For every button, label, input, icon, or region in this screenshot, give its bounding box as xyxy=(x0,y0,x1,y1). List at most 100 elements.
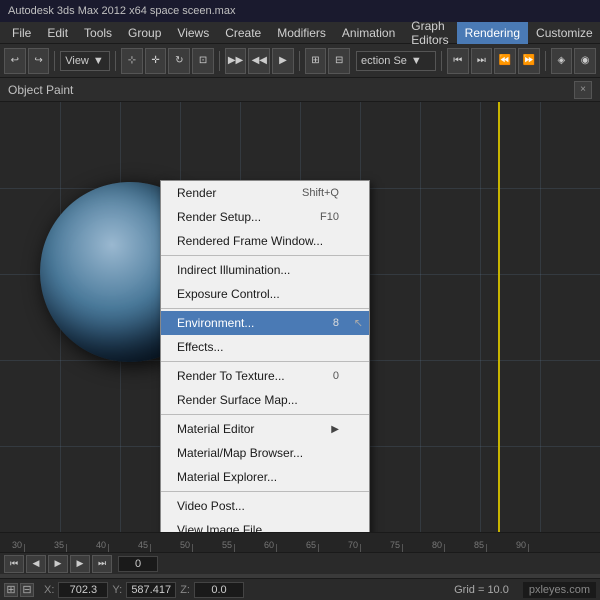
toolbar-sep-1 xyxy=(54,51,55,71)
menu-view-image[interactable]: View Image File... xyxy=(161,518,369,532)
rendered-frame-label: Rendered Frame Window... xyxy=(177,234,323,248)
title-bar: Autodesk 3ds Max 2012 x64 space sceen.ma… xyxy=(0,0,600,22)
play-fwd-button[interactable]: ▶▶ xyxy=(225,48,247,74)
render-shortcut: Shift+Q xyxy=(302,187,339,199)
menu-item-modifiers[interactable]: Modifiers xyxy=(269,22,334,44)
menu-bar: File Edit Tools Group Views Create Modif… xyxy=(0,22,600,44)
menu-render[interactable]: Render Shift+Q xyxy=(161,181,369,205)
grid-line-v8 xyxy=(480,102,481,532)
snap-button[interactable]: ⊞ xyxy=(305,48,327,74)
menu-render-setup[interactable]: Render Setup... F10 xyxy=(161,205,369,229)
nav-btn-1[interactable]: ⏮ xyxy=(447,48,469,74)
object-paint-close-button[interactable]: × xyxy=(574,81,592,99)
material-map-label: Material/Map Browser... xyxy=(177,446,303,460)
render-quick-btn[interactable]: ◈ xyxy=(551,48,573,74)
z-input[interactable] xyxy=(194,582,244,598)
menu-exposure[interactable]: Exposure Control... xyxy=(161,282,369,306)
dropdown-arrow-icon: ▼ xyxy=(93,55,104,67)
menu-item-views[interactable]: Views xyxy=(169,22,217,44)
select-button[interactable]: ⊹ xyxy=(121,48,143,74)
menu-material-map[interactable]: Material/Map Browser... xyxy=(161,441,369,465)
menu-item-file[interactable]: File xyxy=(4,22,39,44)
render-setup-label: Render Setup... xyxy=(177,210,261,224)
mark-50: 50 xyxy=(180,540,190,550)
nav-btn-3[interactable]: ⏪ xyxy=(494,48,516,74)
mark-90: 90 xyxy=(516,540,526,550)
status-icon-2[interactable]: ⊟ xyxy=(20,583,34,597)
move-button[interactable]: ✛ xyxy=(145,48,167,74)
effects-label: Effects... xyxy=(177,340,223,354)
status-icon[interactable]: ⊞ xyxy=(4,583,18,597)
rotate-button[interactable]: ↻ xyxy=(168,48,190,74)
menu-item-create[interactable]: Create xyxy=(217,22,269,44)
grid-info: Grid = 10.0 xyxy=(454,584,517,596)
tick-30 xyxy=(24,544,25,552)
exposure-label: Exposure Control... xyxy=(177,287,280,301)
tick-65 xyxy=(318,544,319,552)
view-dropdown[interactable]: View ▼ xyxy=(60,51,110,71)
menu-indirect[interactable]: Indirect Illumination... xyxy=(161,258,369,282)
play-button[interactable]: ▶ xyxy=(48,555,68,573)
undo-button[interactable]: ↩ xyxy=(4,48,26,74)
render-label: Render xyxy=(177,186,216,200)
y-input[interactable] xyxy=(126,582,176,598)
x-input[interactable] xyxy=(58,582,108,598)
tick-85 xyxy=(486,544,487,552)
mark-60: 60 xyxy=(264,540,274,550)
menu-environment[interactable]: Environment... 8 ↖ xyxy=(161,311,369,335)
toolbar: ↩ ↪ View ▼ ⊹ ✛ ↻ ⊡ ▶▶ ◀◀ ▶ ⊞ ⊟ ection Se… xyxy=(0,44,600,78)
menu-material-editor[interactable]: Material Editor ▶ xyxy=(161,417,369,441)
tick-55 xyxy=(234,544,235,552)
play-button[interactable]: ▶ xyxy=(272,48,294,74)
tick-40 xyxy=(108,544,109,552)
divider-5 xyxy=(161,491,369,492)
menu-item-graph-editors[interactable]: Graph Editors xyxy=(403,22,456,44)
redo-button[interactable]: ↪ xyxy=(28,48,50,74)
object-paint-bar: Object Paint × xyxy=(0,78,600,102)
selection-arrow-icon: ▼ xyxy=(411,55,422,67)
tick-35 xyxy=(66,544,67,552)
menu-item-edit[interactable]: Edit xyxy=(39,22,76,44)
toolbar-sep-5 xyxy=(441,51,442,71)
scale-button[interactable]: ⊡ xyxy=(192,48,214,74)
mark-80: 80 xyxy=(432,540,442,550)
toolbar-sep-3 xyxy=(219,51,220,71)
menu-item-customize[interactable]: Customize xyxy=(528,22,600,44)
render-texture-label: Render To Texture... xyxy=(177,369,285,383)
selection-dropdown[interactable]: ection Se ▼ xyxy=(356,51,436,71)
go-start-button[interactable]: ⏮ xyxy=(4,555,24,573)
menu-effects[interactable]: Effects... xyxy=(161,335,369,359)
divider-3 xyxy=(161,361,369,362)
next-frame-button[interactable]: ▶ xyxy=(70,555,90,573)
menu-rendered-frame[interactable]: Rendered Frame Window... xyxy=(161,229,369,253)
indirect-label: Indirect Illumination... xyxy=(177,263,290,277)
x-label: X: xyxy=(44,584,54,596)
nav-btn-4[interactable]: ⏩ xyxy=(518,48,540,74)
selection-type-dropdown[interactable]: ection Se ▼ xyxy=(356,51,436,71)
menu-item-rendering[interactable]: Rendering xyxy=(457,22,528,44)
render-setup-btn[interactable]: ◉ xyxy=(574,48,596,74)
menu-video-post[interactable]: Video Post... xyxy=(161,494,369,518)
snap2-button[interactable]: ⊟ xyxy=(328,48,350,74)
timeline-ruler[interactable]: 30 35 40 45 50 55 60 65 70 75 80 85 90 xyxy=(0,532,600,552)
divider-2 xyxy=(161,308,369,309)
menu-render-texture[interactable]: Render To Texture... 0 xyxy=(161,364,369,388)
menu-material-explorer[interactable]: Material Explorer... xyxy=(161,465,369,489)
menu-render-surface[interactable]: Render Surface Map... xyxy=(161,388,369,412)
menu-item-group[interactable]: Group xyxy=(120,22,169,44)
mark-85: 85 xyxy=(474,540,484,550)
play-back-button[interactable]: ◀◀ xyxy=(248,48,270,74)
toolbar-sep-6 xyxy=(545,51,546,71)
go-end-button[interactable]: ⏭ xyxy=(92,555,112,573)
z-label: Z: xyxy=(180,584,190,596)
tick-90 xyxy=(528,544,529,552)
menu-item-tools[interactable]: Tools xyxy=(76,22,120,44)
prev-frame-button[interactable]: ◀ xyxy=(26,555,46,573)
object-paint-label: Object Paint xyxy=(8,83,73,97)
render-setup-shortcut: F10 xyxy=(320,211,339,223)
tick-75 xyxy=(402,544,403,552)
menu-item-animation[interactable]: Animation xyxy=(334,22,403,44)
video-post-label: Video Post... xyxy=(177,499,245,513)
nav-btn-2[interactable]: ⏭ xyxy=(471,48,493,74)
mark-65: 65 xyxy=(306,540,316,550)
